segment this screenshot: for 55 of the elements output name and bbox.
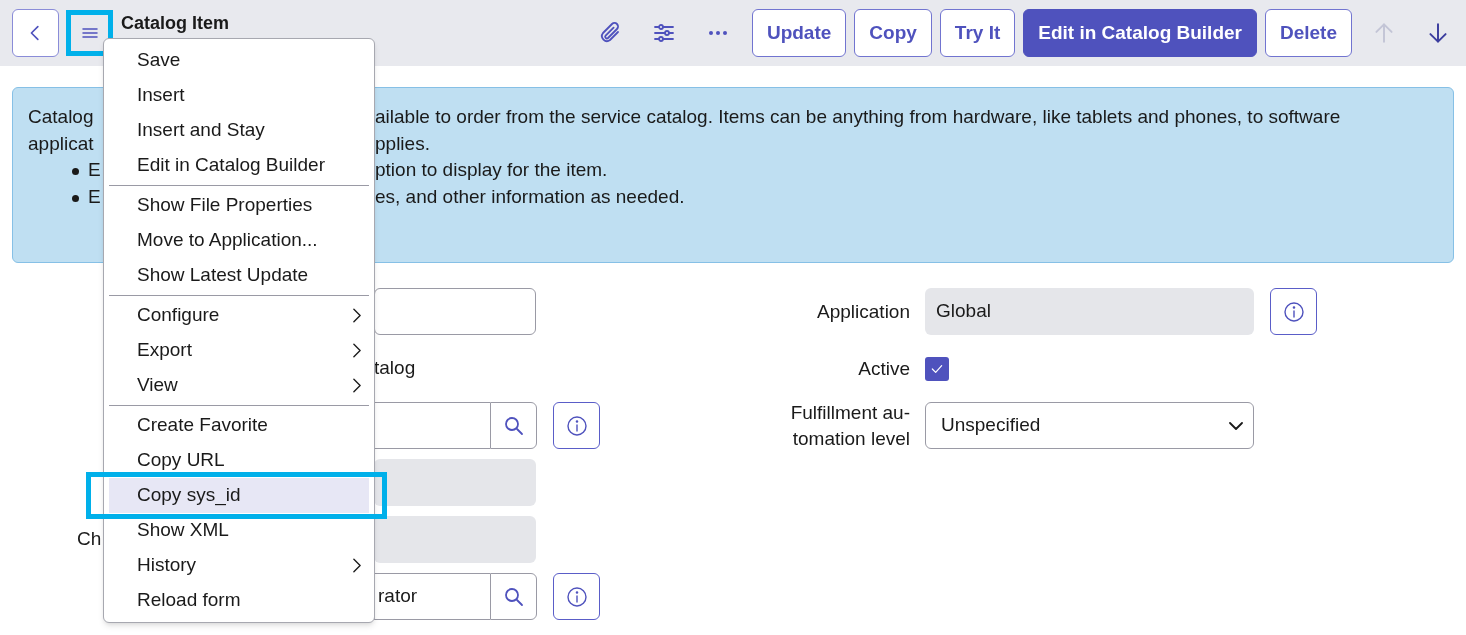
sliders-icon[interactable] — [651, 21, 676, 45]
info-text: pplies. — [375, 131, 430, 156]
select-field[interactable]: Unspecified — [925, 402, 1254, 449]
action-button[interactable]: Update — [751, 9, 847, 57]
page-title: Catalog Item — [121, 12, 230, 35]
lookup-field[interactable]: rator — [374, 573, 490, 620]
action-button[interactable]: Copy — [854, 9, 932, 57]
menu-item[interactable]: Edit in Catalog Builder — [109, 148, 369, 183]
action-button[interactable]: Try It — [939, 9, 1016, 57]
menu-item[interactable]: Show XML — [109, 513, 369, 548]
info-text: E — [88, 184, 101, 209]
chevron-down-icon — [1229, 421, 1243, 430]
menu-item[interactable]: Reload form — [109, 583, 369, 618]
menu-item[interactable]: Copy sys_id — [109, 478, 369, 513]
menu-item[interactable]: History — [109, 548, 369, 583]
info-button[interactable] — [553, 402, 600, 449]
menu-item[interactable]: Show File Properties — [109, 188, 369, 223]
menu-item[interactable]: Create Favorite — [109, 408, 369, 443]
lookup-field[interactable] — [374, 402, 490, 449]
field-label: Ch — [77, 527, 102, 552]
menu-item[interactable]: Copy URL — [109, 443, 369, 478]
info-text: E — [88, 158, 101, 182]
readonly-field: Global — [925, 288, 1254, 335]
info-text: es, and other information as needed. — [375, 184, 685, 209]
info-icon — [1281, 299, 1306, 324]
field-label: Active — [858, 356, 910, 381]
menu-item[interactable]: Configure — [109, 298, 369, 333]
action-button[interactable]: Delete — [1264, 9, 1352, 57]
search-button[interactable] — [490, 573, 537, 620]
menu-item[interactable]: Insert and Stay — [109, 113, 369, 148]
info-button[interactable] — [553, 573, 600, 620]
menu-item[interactable]: Export — [109, 333, 369, 368]
checkbox[interactable] — [925, 356, 949, 381]
info-text: Catalog — [28, 105, 94, 129]
menu-item[interactable]: Insert — [109, 78, 369, 113]
menu-item[interactable]: Move to Application... — [109, 223, 369, 258]
bullet-icon — [72, 194, 79, 202]
info-button[interactable] — [1270, 288, 1317, 335]
action-button[interactable]: Edit in Catalog Builder — [1023, 9, 1257, 57]
back-button[interactable] — [12, 9, 59, 57]
menu-item[interactable]: Show Latest Update — [109, 258, 369, 293]
more-icon[interactable] — [707, 30, 728, 36]
info-icon — [564, 584, 589, 609]
info-text: ailable to order from the service catalog. Items can be anything from hardware, like tablets and phones, to software — [375, 105, 1341, 129]
input-field[interactable] — [374, 288, 536, 335]
search-button[interactable] — [490, 402, 537, 449]
field-label: Application — [817, 299, 910, 324]
field-label: talog — [374, 356, 416, 381]
info-text: applicat — [28, 131, 94, 156]
menu-item[interactable]: Save — [109, 43, 369, 78]
info-text: ption to display for the item. — [375, 158, 608, 182]
menu-item[interactable]: View — [109, 368, 369, 403]
info-icon — [564, 413, 589, 438]
field-label: Fulfillment au- tomation level — [790, 400, 910, 451]
bullet-icon — [72, 168, 79, 175]
